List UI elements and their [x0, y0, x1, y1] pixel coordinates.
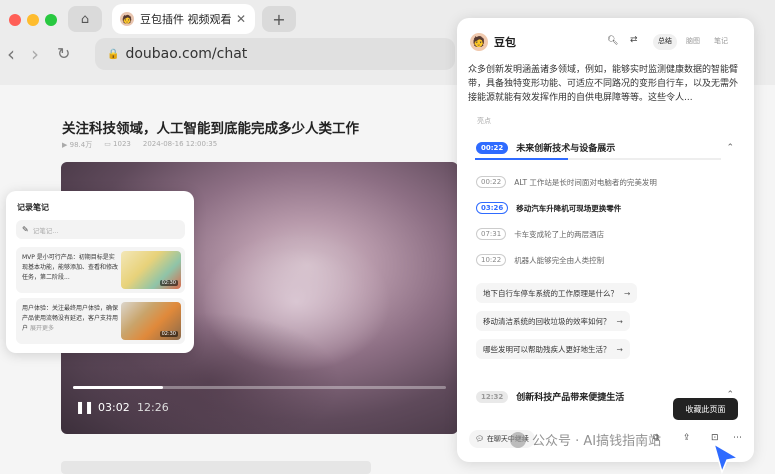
forward-icon[interactable]: ›: [31, 42, 39, 66]
tab-summary[interactable]: 总结: [653, 34, 677, 50]
suggested-question[interactable]: 哪些发明可以帮助残疾人更好地生活？ →: [476, 339, 630, 359]
back-icon[interactable]: ‹: [7, 42, 15, 66]
highlight-text: ALT 工作站是长时间面对电脑者的完美发明: [514, 177, 657, 187]
highlights-label: 亮点: [477, 117, 491, 125]
tab-doubao[interactable]: 🧑 豆包插件 视频观看 ✕: [112, 4, 255, 34]
article-title: 关注科技领域，人工智能到底能完成多少人类工作: [62, 121, 359, 137]
highlight-item[interactable]: 03:26 移动汽车升降机可现场更换零件: [476, 202, 621, 214]
tab-notes[interactable]: 笔记: [709, 34, 733, 50]
comment-count: ▭ 1023: [104, 140, 131, 148]
highlight-timestamp[interactable]: 03:26: [476, 202, 509, 214]
arrow-right-icon: →: [616, 316, 623, 326]
note-card[interactable]: MVP 是小可行产品：初期目标是实现基本功能，能够添加、查看和修改任务，第二阶段…: [16, 247, 185, 293]
note-thumbnail: 02:30: [121, 251, 181, 289]
cursor-icon: [712, 442, 741, 474]
play-count-icon: ▶: [62, 141, 70, 149]
note-text: MVP 是小可行产品：初期目标是实现基本功能，能够添加、查看和修改任务，第二阶段…: [22, 254, 119, 281]
chapter-progress-fill: [475, 158, 569, 160]
panel-title: 豆包: [494, 36, 516, 49]
url-text: doubao.com/chat: [125, 46, 248, 62]
video-progress-fill: [73, 386, 163, 389]
watermark: 公众号 · AI搞钱指南站: [510, 430, 661, 449]
note-text: 用户体验：关注最终用户体验，确保产品使用流畅没有延迟，客户支持用户 展开更多: [22, 305, 119, 332]
chapter-header[interactable]: 12:32 创新科技产品带来便捷生活: [476, 390, 624, 403]
home-tab[interactable]: ⌂: [68, 6, 102, 32]
total-time: 12:26: [137, 401, 169, 414]
video-progress-bar[interactable]: [73, 386, 446, 389]
highlight-timestamp[interactable]: 07:31: [476, 228, 507, 240]
avatar: 🧑: [470, 33, 488, 51]
chat-icon: 💬︎: [475, 435, 484, 443]
highlight-item[interactable]: 00:22 ALT 工作站是长时间面对电脑者的完美发明: [476, 176, 657, 188]
tab-mindmap[interactable]: 脑图: [681, 34, 705, 50]
panel-tabs: 总结 脑图 笔记: [653, 34, 741, 50]
suggested-question[interactable]: 地下自行车停车系统的工作原理是什么？ →: [476, 283, 638, 303]
arrow-right-icon: →: [616, 344, 623, 354]
note-input[interactable]: ✎ 记笔记...: [16, 220, 185, 239]
chevron-up-icon[interactable]: ⌃: [726, 143, 734, 153]
comment-icon: ▭: [104, 140, 114, 148]
translate-icon[interactable]: ⇄: [630, 35, 638, 45]
close-window-button[interactable]: [9, 14, 21, 26]
note-timestamp: 02:30: [159, 331, 178, 337]
publish-date: 2024-08-16 12:00:35: [142, 140, 218, 148]
tooltip-save-page: 收藏此页面: [673, 398, 738, 420]
home-icon: ⌂: [80, 11, 90, 27]
highlight-item[interactable]: 10:22 机器人能够完全由人类控制: [476, 254, 604, 266]
chapter-title: 创新科技产品带来便捷生活: [516, 393, 625, 403]
notes-title: 记录笔记: [17, 203, 49, 212]
content-placeholder: [61, 461, 371, 474]
chapter-progress: [475, 158, 721, 160]
close-icon[interactable]: ✕: [236, 12, 246, 26]
doubao-favicon-icon: 🧑: [120, 12, 134, 26]
notes-panel: 记录笔记 ✎ 记笔记... MVP 是小可行产品：初期目标是实现基本功能，能够添…: [6, 191, 194, 353]
chapter-timestamp[interactable]: 00:22: [476, 141, 509, 154]
tab-title: 豆包插件 视频观看: [140, 13, 232, 26]
note-thumbnail: 02:30: [121, 302, 181, 340]
chapter-header[interactable]: 00:22 未来创新技术与设备展示: [476, 141, 615, 154]
pause-icon[interactable]: ❚❚: [75, 400, 94, 414]
article-meta: ▶ 98.4万 ▭ 1023 2024-08-16 12:00:35: [62, 140, 217, 150]
chapter-timestamp[interactable]: 12:32: [476, 390, 509, 403]
highlight-timestamp[interactable]: 10:22: [476, 254, 507, 266]
highlight-text: 移动汽车升降机可现场更换零件: [516, 203, 622, 213]
search-icon[interactable]: 🔍︎: [607, 36, 618, 46]
current-time: 03:02: [98, 401, 130, 414]
share-icon[interactable]: ⇪: [683, 433, 691, 443]
chapter-title: 未来创新技术与设备展示: [516, 144, 616, 154]
highlight-timestamp[interactable]: 00:22: [476, 176, 507, 188]
highlight-item[interactable]: 07:31 卡车变成轮了上的两层酒店: [476, 228, 604, 240]
note-card[interactable]: 用户体验：关注最终用户体验，确保产品使用流畅没有延迟，客户支持用户 展开更多 0…: [16, 298, 185, 344]
wechat-icon: [510, 431, 526, 448]
lock-icon: 🔒: [107, 48, 120, 60]
summary-text: 众多创新发明涵盖诸多领域，例如，能够实时监测健康数据的智能臂带，具备独特变形功能…: [468, 65, 739, 103]
note-input-placeholder: 记笔记...: [32, 226, 59, 235]
highlight-text: 卡车变成轮了上的两层酒店: [514, 229, 605, 239]
chapter-section: 00:22 未来创新技术与设备展示 ⌃ 00:22 ALT 工作站是长时间面对电…: [467, 131, 744, 371]
note-timestamp: 02:30: [159, 280, 178, 286]
suggested-question[interactable]: 移动清洁系统的回收垃圾的效率如何？ →: [476, 311, 630, 331]
reload-icon[interactable]: ↻: [57, 44, 70, 63]
minimize-window-button[interactable]: [27, 14, 39, 26]
address-bar[interactable]: 🔒 doubao.com/chat: [95, 38, 455, 70]
maximize-window-button[interactable]: [45, 14, 57, 26]
expand-more-link[interactable]: 展开更多: [30, 325, 54, 332]
new-tab-button[interactable]: +: [262, 6, 296, 32]
doubao-side-panel: 🧑 豆包 🔍︎ ⇄ 总结 脑图 笔记 众多创新发明涵盖诸多领域，例如，能够实时监…: [457, 18, 754, 462]
highlight-text: 机器人能够完全由人类控制: [514, 255, 605, 265]
arrow-right-icon: →: [624, 288, 631, 298]
views-count: ▶ 98.4万: [62, 141, 93, 149]
edit-icon: ✎: [22, 225, 29, 234]
